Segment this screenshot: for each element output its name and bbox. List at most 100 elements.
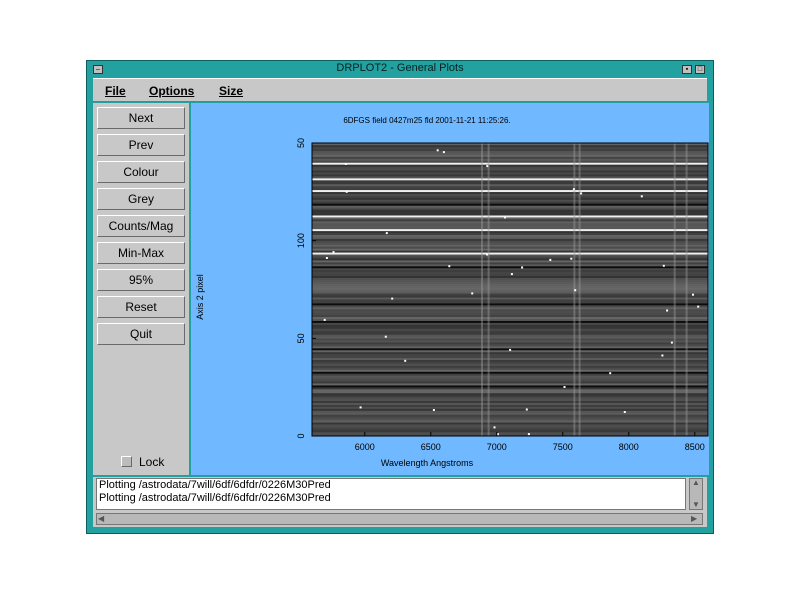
- hot-pixel: [493, 426, 496, 429]
- menu-file[interactable]: File: [105, 84, 126, 98]
- heatmap-row: [312, 266, 708, 269]
- minimize-button[interactable]: ▪: [682, 65, 692, 74]
- hot-pixel: [384, 335, 387, 338]
- reset-button[interactable]: Reset: [97, 296, 185, 318]
- scroll-down-icon[interactable]: ▼: [692, 501, 700, 509]
- hot-pixel: [623, 411, 626, 413]
- heatmap-row: [312, 172, 708, 175]
- heatmap-row: [312, 234, 708, 237]
- quit-button[interactable]: Quit: [97, 323, 185, 345]
- horizontal-scrollbar[interactable]: ◀ ▶: [96, 513, 703, 525]
- heatmap-row: [312, 371, 708, 374]
- heatmap-row: [312, 273, 708, 277]
- menu-size[interactable]: Size: [219, 84, 243, 98]
- lock-label: Lock: [139, 455, 165, 469]
- plot-area[interactable]: 6DFGS field 0427m25 fld 2001-11-21 11:25…: [191, 103, 709, 475]
- heatmap-row: [312, 219, 708, 222]
- heatmap-row: [312, 293, 708, 296]
- prev-button[interactable]: Prev: [97, 134, 185, 156]
- vertical-scrollbar[interactable]: ▲ ▼: [689, 478, 703, 510]
- heatmap-row: [312, 420, 708, 423]
- heatmap-row: [312, 363, 708, 366]
- hot-pixel: [662, 264, 665, 267]
- scroll-right-icon[interactable]: ▶: [691, 515, 697, 523]
- heatmap-row: [312, 424, 708, 427]
- counts-mag-button[interactable]: Counts/Mag: [97, 215, 185, 237]
- heatmap-row: [312, 225, 708, 228]
- heatmap-row: [312, 389, 708, 392]
- heatmap-row: [312, 211, 708, 214]
- heatmap-image: [312, 143, 708, 437]
- console-line: Plotting /astrodata/7will/6df/6dfdr/0226…: [99, 492, 331, 504]
- grey-button[interactable]: Grey: [97, 188, 185, 210]
- scroll-up-icon[interactable]: ▲: [692, 479, 700, 487]
- hot-pixel: [570, 257, 573, 260]
- heatmap-row: [312, 326, 708, 329]
- heatmap-row: [312, 242, 708, 245]
- heatmap-row: [312, 176, 708, 179]
- percent-95-button[interactable]: 95%: [97, 269, 185, 291]
- heatmap-row: [312, 375, 708, 378]
- heatmap-row: [312, 346, 708, 349]
- hot-pixel: [486, 165, 489, 168]
- x-tick-label: 7500: [553, 442, 573, 452]
- heatmap-row: [312, 357, 708, 361]
- heatmap-row: [312, 197, 708, 200]
- heatmap-row: [312, 271, 708, 275]
- sky-line-column: [481, 143, 483, 436]
- heatmap-row: [312, 314, 708, 318]
- heatmap-row: [312, 309, 708, 312]
- heatmap-row: [312, 324, 708, 327]
- heatmap-row: [312, 223, 708, 226]
- console-output[interactable]: Plotting /astrodata/7will/6df/6dfdr/0226…: [96, 478, 686, 510]
- heatmap-row: [312, 332, 708, 335]
- heatmap-row: [312, 275, 708, 278]
- heatmap-row: [312, 268, 708, 271]
- heatmap-row: [312, 379, 708, 382]
- heatmap-row: [312, 336, 708, 339]
- heatmap-row: [312, 279, 708, 282]
- menu-options[interactable]: Options: [149, 84, 194, 98]
- hot-pixel: [510, 273, 513, 276]
- heatmap-row: [312, 182, 708, 185]
- sky-line-column: [685, 143, 688, 436]
- heatmap-row: [312, 312, 708, 316]
- maximize-button[interactable]: □: [695, 65, 705, 74]
- heatmap-row: [312, 230, 708, 234]
- plot-title: 6DFGS field 0427m25 fld 2001-11-21 11:25…: [343, 116, 510, 125]
- heatmap-row: [312, 291, 708, 294]
- heatmap-row: [312, 305, 708, 308]
- heatmap-row: [312, 328, 708, 331]
- hot-pixel: [640, 195, 643, 198]
- heatmap-row: [312, 344, 708, 347]
- heatmap-row: [312, 162, 708, 165]
- scroll-left-icon[interactable]: ◀: [98, 515, 104, 523]
- lock-toggle[interactable]: Lock: [121, 455, 164, 469]
- heatmap-row: [312, 381, 708, 384]
- lock-checkbox[interactable]: [121, 456, 132, 467]
- heatmap-row: [312, 209, 708, 212]
- heatmap-row: [312, 226, 708, 230]
- hot-pixel: [432, 409, 435, 411]
- heatmap-row: [312, 355, 708, 359]
- heatmap-row: [312, 318, 708, 321]
- heatmap-row: [312, 359, 708, 362]
- menu-bar: File Options Size: [93, 78, 707, 102]
- title-bar[interactable]: – DRPLOT2 - General Plots ▪ □: [91, 62, 709, 76]
- heatmap-row: [312, 416, 708, 419]
- heatmap-row: [312, 170, 708, 173]
- heatmap-row: [312, 248, 708, 251]
- min-max-button[interactable]: Min-Max: [97, 242, 185, 264]
- heatmap-row: [312, 168, 708, 171]
- heatmap-row: [312, 203, 708, 206]
- hot-pixel: [549, 258, 552, 261]
- hot-pixel: [697, 305, 700, 308]
- next-button[interactable]: Next: [97, 107, 185, 129]
- x-tick-label: 8500: [685, 442, 705, 452]
- spectrum-heatmap-chart[interactable]: 6DFGS field 0427m25 fld 2001-11-21 11:25…: [191, 103, 709, 475]
- hot-pixel: [609, 372, 612, 375]
- heatmap-row: [312, 207, 708, 210]
- heatmap-row: [312, 150, 708, 153]
- colour-button[interactable]: Colour: [97, 161, 185, 183]
- heatmap-row: [312, 193, 708, 196]
